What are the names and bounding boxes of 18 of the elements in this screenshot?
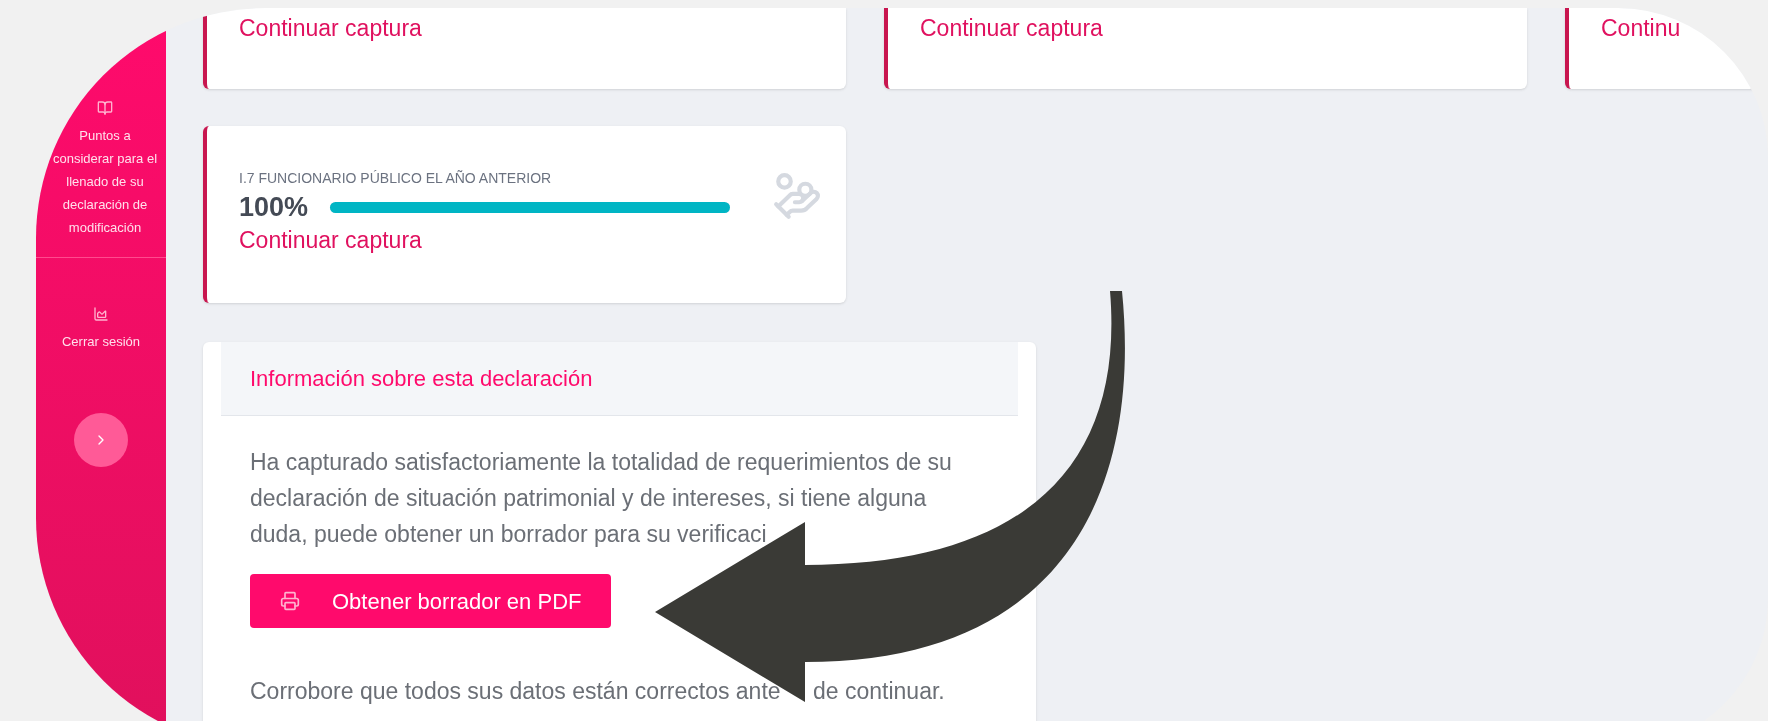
info-text: Ha capturado satisfactoriamente la totalidad de requerimientos de su declaración de situación patrimonial y de intereses, si tiene alguna duda, puede obtener un borrador para su verificaci xyxy=(250,448,953,550)
info-title: Información sobre esta declaración xyxy=(250,365,593,394)
progress-percent: 100% xyxy=(239,191,309,224)
sidebar-item[interactable]: Cerrar sesión xyxy=(62,330,140,353)
sidebar-item[interactable]: Puntos a considerar para el llenado de su declaración de modificación xyxy=(48,124,162,239)
continue-link[interactable]: Continuar captura xyxy=(920,15,1103,41)
expand-button[interactable] xyxy=(74,413,128,467)
hand-coin-icon xyxy=(772,171,822,221)
note-text: de continuar. xyxy=(813,677,945,707)
section-title: I.7 FUNCIONARIO PÚBLICO EL AÑO ANTERIOR xyxy=(239,169,553,187)
chart-icon xyxy=(93,306,109,322)
continue-link[interactable]: Continu xyxy=(1601,15,1681,41)
printer-icon xyxy=(280,591,300,612)
note-text: Corrobore que todos sus datos están correctos ante xyxy=(250,677,780,707)
continue-link[interactable]: Continuar captura xyxy=(239,227,422,253)
book-icon xyxy=(97,100,113,116)
pdf-button[interactable]: Obtener borrador en PDF xyxy=(250,574,612,629)
continue-link[interactable]: Continuar captura xyxy=(239,15,422,41)
